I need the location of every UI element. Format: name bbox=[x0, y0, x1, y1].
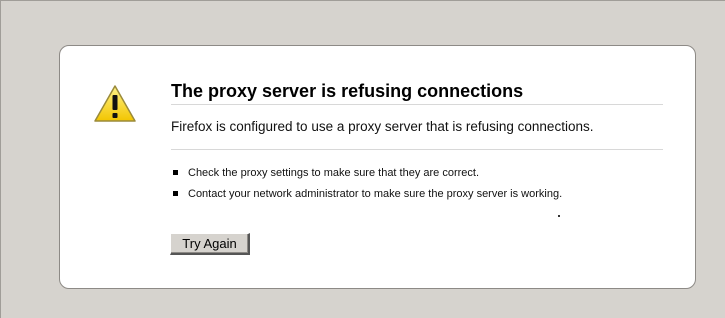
bullet-icon bbox=[173, 191, 178, 196]
error-description: Firefox is configured to use a proxy ser… bbox=[171, 119, 594, 134]
list-item: Contact your network administrator to ma… bbox=[173, 187, 562, 201]
stray-dot bbox=[558, 215, 560, 217]
list-item: Check the proxy settings to make sure th… bbox=[173, 166, 562, 180]
error-page-container: The proxy server is refusing connections… bbox=[59, 45, 696, 289]
suggestion-list: Check the proxy settings to make sure th… bbox=[173, 166, 562, 208]
warning-icon bbox=[93, 84, 137, 124]
error-title: The proxy server is refusing connections bbox=[171, 81, 663, 105]
try-again-button[interactable]: Try Again bbox=[170, 233, 250, 255]
suggestion-text: Contact your network administrator to ma… bbox=[188, 188, 563, 200]
bullet-icon bbox=[173, 170, 178, 175]
suggestion-text: Check the proxy settings to make sure th… bbox=[188, 167, 480, 179]
divider bbox=[171, 149, 663, 150]
